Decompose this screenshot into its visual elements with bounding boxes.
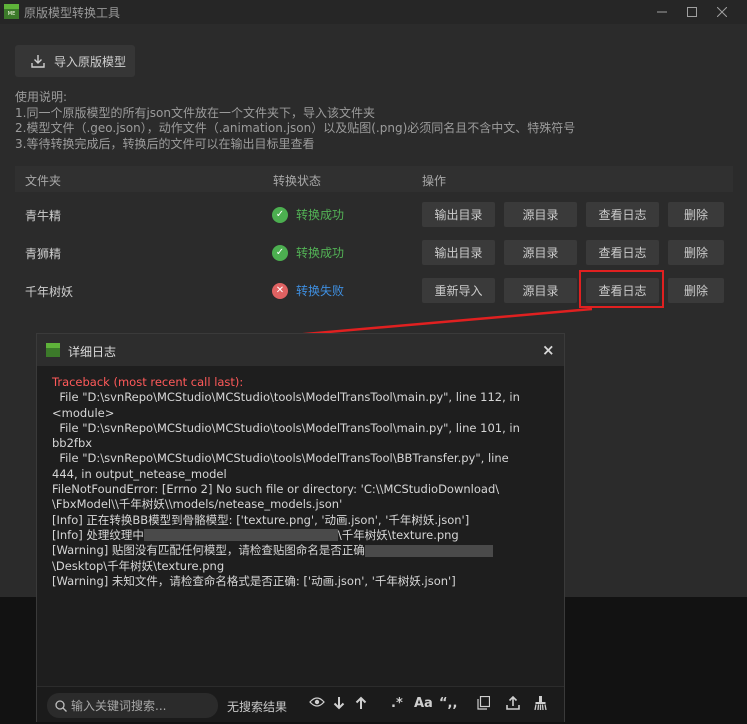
- source-dir-button[interactable]: 源目录: [504, 278, 577, 303]
- search-input[interactable]: [71, 698, 211, 713]
- log-text: [Info] 处理纹理中: [52, 527, 144, 542]
- match-case-toggle[interactable]: Aa: [414, 696, 433, 711]
- usage-instructions: 使用说明: 1.同一个原版模型的所有json文件放在一个文件夹下，导入该文件夹 …: [15, 90, 575, 152]
- log-dialog: 详细日志 × Traceback (most recent call last)…: [36, 333, 565, 722]
- output-dir-button[interactable]: 输出目录: [422, 240, 495, 265]
- arrow-up-icon[interactable]: [355, 696, 367, 710]
- column-header-actions: 操作: [422, 174, 447, 188]
- log-content: Traceback (most recent call last): File …: [52, 375, 542, 589]
- redacted-block: [364, 544, 493, 557]
- regex-toggle[interactable]: .*: [391, 696, 403, 711]
- app-logo-icon: [46, 343, 60, 357]
- delete-button[interactable]: 删除: [668, 202, 724, 227]
- maximize-button[interactable]: [678, 0, 706, 24]
- delete-button[interactable]: 删除: [668, 278, 724, 303]
- eye-icon[interactable]: [309, 696, 325, 708]
- close-button[interactable]: [708, 0, 736, 24]
- log-line: [Warning] 未知文件，请检查命名格式是否正确: ['动画.json', …: [52, 573, 456, 588]
- view-log-button[interactable]: 查看日志: [586, 240, 659, 265]
- log-text: [Warning] 贴图没有匹配任何模型，请检查贴图命名是否正确: [52, 543, 365, 558]
- delete-button[interactable]: 删除: [668, 240, 724, 265]
- status-text: 转换成功: [296, 208, 345, 222]
- log-line: [Info] 正在转换BB模型到骨骼模型: ['texture.png', '动…: [52, 512, 470, 527]
- clear-broom-icon[interactable]: [534, 696, 547, 710]
- log-dialog-title: 详细日志: [68, 345, 117, 359]
- whole-word-toggle[interactable]: “,,: [439, 696, 457, 711]
- window-title: 原版模型转换工具: [24, 6, 121, 20]
- export-icon[interactable]: [506, 696, 520, 710]
- log-dialog-titlebar: 详细日志 ×: [37, 334, 564, 366]
- status-failure: ✕ 转换失败: [272, 282, 344, 299]
- instruction-line: 使用说明:: [15, 90, 68, 104]
- log-line: FileNotFoundError: [Errno 2] No such fil…: [52, 482, 500, 497]
- log-text: \千年树妖\texture.png: [337, 527, 459, 542]
- log-line: File "D:\svnRepo\MCStudio\MCStudio\tools…: [52, 451, 509, 466]
- close-icon[interactable]: ×: [542, 341, 555, 359]
- table-row: 青牛精 ✓ 转换成功 输出目录 源目录 查看日志 删除: [15, 197, 733, 233]
- log-line: <module>: [52, 405, 115, 420]
- log-line: bb2fbx: [52, 436, 93, 451]
- column-header-status: 转换状态: [273, 174, 322, 188]
- search-result-status: 无搜索结果: [227, 700, 288, 714]
- table-header: 文件夹 转换状态 操作: [15, 166, 733, 192]
- check-circle-icon: ✓: [272, 244, 288, 261]
- status-text[interactable]: 转换失败: [296, 282, 344, 299]
- redacted-block: [143, 529, 338, 542]
- maximize-icon: [687, 7, 697, 17]
- log-line: \Desktop\千年树妖\texture.png: [52, 558, 225, 573]
- log-line: [Warning] 贴图没有匹配任何模型，请检查贴图命名是否正确: [52, 543, 542, 558]
- source-dir-button[interactable]: 源目录: [504, 240, 577, 265]
- instruction-line: 3.等待转换完成后，转换后的文件可以在输出目标里查看: [15, 136, 315, 151]
- title-bar: ME 原版模型转换工具: [0, 0, 747, 24]
- status-success: ✓ 转换成功: [272, 206, 344, 223]
- log-line: 444, in output_netease_model: [52, 466, 227, 481]
- search-icon: [55, 699, 67, 712]
- reimport-button[interactable]: 重新导入: [422, 278, 495, 303]
- import-model-label: 导入原版模型: [54, 54, 127, 69]
- instruction-line: 1.同一个原版模型的所有json文件放在一个文件夹下，导入该文件夹: [15, 105, 375, 120]
- status-text: 转换成功: [296, 246, 345, 260]
- arrow-down-icon[interactable]: [333, 696, 345, 710]
- annotation-highlight-box: [579, 270, 664, 308]
- close-icon: [717, 7, 727, 17]
- search-box[interactable]: [47, 693, 218, 718]
- view-log-button[interactable]: 查看日志: [586, 202, 659, 227]
- column-header-folder: 文件夹: [25, 174, 62, 188]
- minimize-icon: [657, 11, 667, 13]
- source-dir-button[interactable]: 源目录: [504, 202, 577, 227]
- folder-name: 青狮精: [25, 247, 62, 261]
- app-logo-icon: ME: [4, 4, 19, 19]
- import-model-button[interactable]: 导入原版模型: [15, 45, 135, 77]
- log-line: File "D:\svnRepo\MCStudio\MCStudio\tools…: [52, 390, 520, 405]
- output-dir-button[interactable]: 输出目录: [422, 202, 495, 227]
- log-line: [Info] 处理纹理中 \千年树妖\texture.png: [52, 528, 542, 543]
- error-circle-icon: ✕: [272, 282, 288, 299]
- instruction-line: 2.模型文件（.geo.json），动作文件（.animation.json）以…: [15, 121, 576, 135]
- folder-name: 千年树妖: [25, 285, 74, 299]
- log-line: Traceback (most recent call last):: [52, 375, 244, 389]
- table-row: 青狮精 ✓ 转换成功 输出目录 源目录 查看日志 删除: [15, 235, 733, 271]
- import-icon: [31, 55, 45, 68]
- status-success: ✓ 转换成功: [272, 244, 344, 261]
- log-line: File "D:\svnRepo\MCStudio\MCStudio\tools…: [52, 420, 520, 435]
- log-line: \FbxModel\\千年树妖\\models/netease_models.j…: [52, 497, 343, 512]
- folder-name: 青牛精: [25, 209, 62, 223]
- copy-icon[interactable]: [477, 696, 490, 710]
- log-search-bar: 无搜索结果 .* Aa “,,: [37, 686, 564, 722]
- minimize-button[interactable]: [648, 0, 676, 24]
- check-circle-icon: ✓: [272, 206, 288, 223]
